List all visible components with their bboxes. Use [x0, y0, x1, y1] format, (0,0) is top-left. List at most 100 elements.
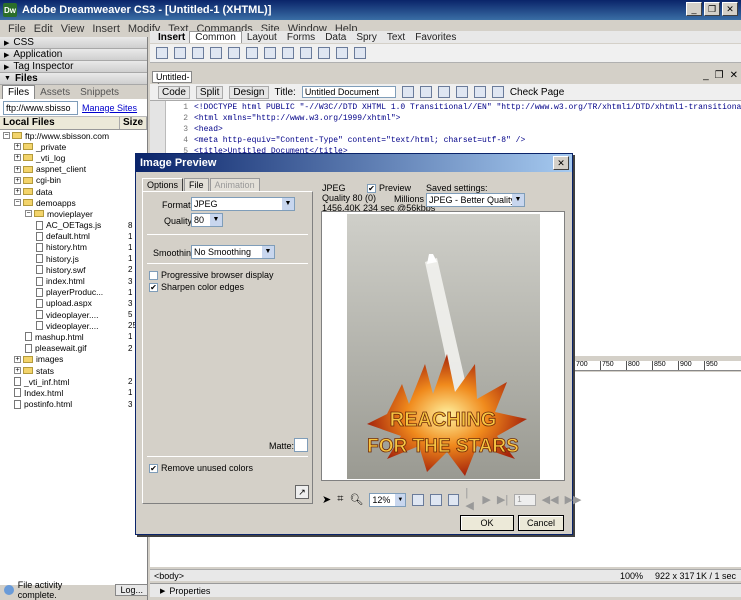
menu-insert[interactable]: Insert	[88, 23, 124, 35]
tree-folder[interactable]: + cgi-bin	[0, 175, 147, 186]
tree-file[interactable]: playerProduc... 1	[0, 287, 147, 298]
application-panel-header[interactable]: ▶ Application	[0, 49, 147, 61]
tree-root[interactable]: − ftp://www.sbisson.com	[0, 130, 147, 141]
hyperlink-icon[interactable]	[156, 47, 168, 59]
zoom-select[interactable]: 100%	[620, 571, 643, 581]
table-icon[interactable]	[210, 47, 222, 59]
tree-folder[interactable]: + data	[0, 186, 147, 197]
two-up-view-icon[interactable]	[430, 493, 442, 506]
tree-file[interactable]: history.js 1	[0, 253, 147, 264]
date-icon[interactable]	[282, 47, 294, 59]
tree-file[interactable]: mashup.html 1	[0, 331, 147, 342]
tree-file[interactable]: default.html 1	[0, 231, 147, 242]
tree-file[interactable]: _vti_inf.html 2	[0, 376, 147, 387]
design-view-button[interactable]: Design	[229, 85, 269, 99]
log-button[interactable]: Log...	[115, 584, 148, 596]
files-panel-header[interactable]: ▼ Files	[0, 73, 147, 85]
tab-forms[interactable]: Forms	[282, 32, 320, 43]
expand-toggle-icon[interactable]: +	[14, 176, 21, 184]
pointer-tool-icon[interactable]: ➤	[322, 493, 331, 506]
minimize-button[interactable]: _	[686, 2, 702, 16]
server-side-include-icon[interactable]	[300, 47, 312, 59]
single-view-icon[interactable]	[412, 493, 425, 506]
preview-browser-icon[interactable]	[419, 86, 432, 98]
document-tab[interactable]: Untitled-1	[152, 71, 192, 92]
expand-toggle-icon[interactable]: −	[14, 199, 21, 207]
tree-folder[interactable]: + images	[0, 354, 147, 365]
tree-file[interactable]: pleasewait.gif 2	[0, 343, 147, 354]
quality-input[interactable]: 80 ▼	[191, 213, 223, 227]
refresh-icon[interactable]	[437, 86, 450, 98]
tree-file[interactable]: history.htm 1	[0, 242, 147, 253]
insert-bar-label[interactable]: Insert	[158, 32, 185, 43]
tree-folder[interactable]: + _private	[0, 141, 147, 152]
tree-folder[interactable]: + aspnet_client	[0, 164, 147, 175]
expand-toggle-icon[interactable]: −	[25, 210, 32, 218]
tree-file[interactable]: Index.html 1	[0, 387, 147, 398]
media-icon[interactable]	[264, 47, 276, 59]
named-anchor-icon[interactable]	[192, 47, 204, 59]
doc-minimize-icon[interactable]: _	[703, 70, 709, 81]
remove-colors-checkbox[interactable]: ✔ Remove unused colors	[149, 463, 253, 473]
file-management-icon[interactable]	[401, 86, 414, 98]
code-view-button[interactable]: Code	[158, 85, 190, 99]
templates-icon[interactable]	[336, 47, 348, 59]
menu-view[interactable]: View	[57, 23, 89, 35]
crop-tool-icon[interactable]: ⌗	[337, 493, 343, 506]
tab-snippets[interactable]: Snippets	[75, 86, 124, 99]
expand-toggle-icon[interactable]: +	[14, 143, 21, 151]
tab-assets[interactable]: Assets	[35, 86, 75, 99]
tree-folder[interactable]: + stats	[0, 365, 147, 376]
properties-panel-header[interactable]: ▶ Properties	[150, 583, 741, 597]
tree-folder[interactable]: + _vti_log	[0, 152, 147, 163]
tree-folder[interactable]: − movieplayer	[0, 208, 147, 219]
tab-spry[interactable]: Spry	[351, 32, 382, 43]
doc-restore-icon[interactable]: ❐	[715, 70, 724, 81]
tab-options[interactable]: Options	[142, 178, 184, 191]
maximize-button[interactable]: ❐	[704, 2, 720, 16]
tree-file[interactable]: videoplayer....253	[0, 320, 147, 331]
progressive-checkbox[interactable]: Progressive browser display	[149, 270, 274, 280]
expand-toggle-icon[interactable]: +	[14, 367, 21, 375]
zoom-tool-icon[interactable]: 🔍︎	[349, 493, 363, 506]
sharpen-checkbox[interactable]: ✔ Sharpen color edges	[149, 282, 244, 292]
menu-edit[interactable]: Edit	[30, 23, 57, 35]
optimize-to-size-icon[interactable]: ↗	[295, 485, 309, 499]
tree-folder[interactable]: − demoapps	[0, 197, 147, 208]
email-link-icon[interactable]	[174, 47, 186, 59]
tag-inspector-panel-header[interactable]: ▶ Tag Inspector	[0, 61, 147, 73]
tab-favorites[interactable]: Favorites	[410, 32, 461, 43]
tree-file[interactable]: AC_OETags.js 8	[0, 220, 147, 231]
div-icon[interactable]	[228, 47, 240, 59]
size-column[interactable]: Size	[120, 117, 147, 129]
tab-text[interactable]: Text	[382, 32, 410, 43]
image-preview-area[interactable]: REACHING FOR THE STARS	[321, 211, 565, 481]
expand-toggle-icon[interactable]: +	[14, 154, 21, 162]
doc-close-icon[interactable]: ✕	[730, 70, 738, 81]
tree-file[interactable]: postinfo.html 3	[0, 399, 147, 410]
expand-toggle-icon[interactable]: +	[14, 165, 21, 173]
cancel-button[interactable]: Cancel	[518, 515, 564, 531]
tab-common[interactable]: Common	[189, 31, 242, 43]
check-page-button[interactable]: Check Page	[510, 87, 564, 98]
manage-sites-link[interactable]: Manage Sites	[82, 103, 137, 113]
tree-file[interactable]: index.html 3	[0, 275, 147, 286]
split-view-button[interactable]: Split	[195, 85, 224, 99]
validate-icon[interactable]	[491, 86, 504, 98]
dialog-close-button[interactable]: ✕	[553, 156, 569, 170]
tag-selector[interactable]: <body>	[154, 571, 184, 581]
ok-button[interactable]: OK	[460, 515, 514, 531]
document-title-input[interactable]: Untitled Document	[301, 86, 396, 98]
comment-icon[interactable]	[318, 47, 330, 59]
tab-file[interactable]: File	[184, 178, 209, 191]
view-options-icon[interactable]	[455, 86, 468, 98]
tree-file[interactable]: upload.aspx 3	[0, 298, 147, 309]
expand-toggle-icon[interactable]: −	[3, 132, 10, 140]
window-size[interactable]: 922 x 317	[655, 571, 695, 581]
tab-files[interactable]: Files	[2, 85, 36, 99]
smoothing-select[interactable]: No Smoothing ▼	[191, 245, 275, 259]
tab-data[interactable]: Data	[320, 32, 351, 43]
expand-toggle-icon[interactable]: +	[14, 188, 21, 196]
visual-aids-icon[interactable]	[473, 86, 486, 98]
close-button[interactable]: ✕	[722, 2, 738, 16]
